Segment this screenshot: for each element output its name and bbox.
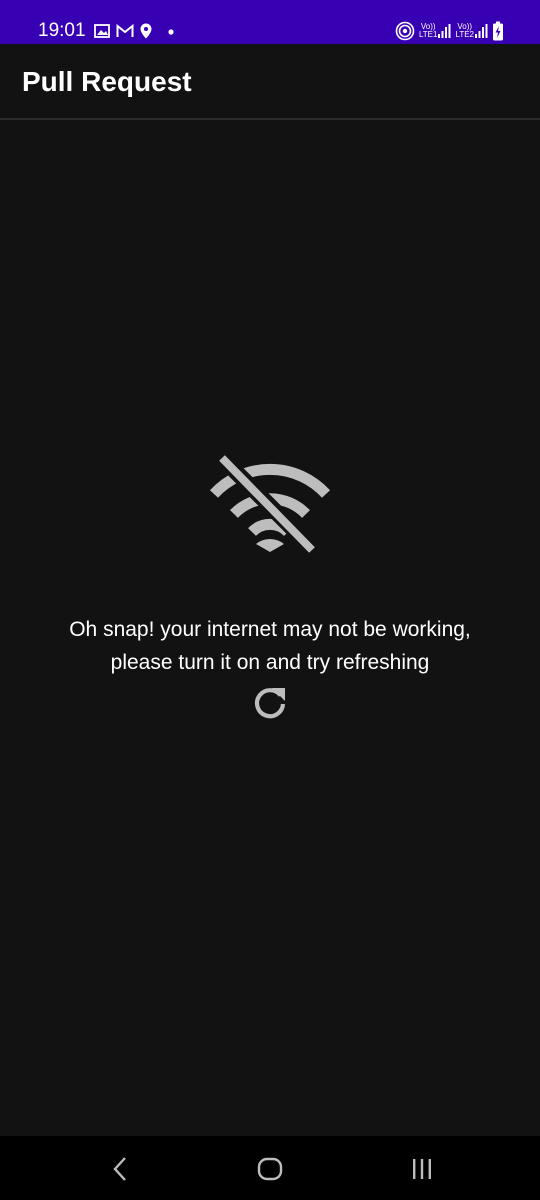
sim1-lte-label: LTE1 [418, 30, 438, 39]
signal-bars-icon [475, 24, 488, 38]
battery-charging-icon [493, 21, 503, 41]
home-icon [257, 1157, 283, 1181]
navigation-bar [0, 1136, 540, 1200]
hotspot-icon [395, 21, 415, 41]
location-icon [140, 23, 152, 39]
volte-lte2-signal-icon: Vo)) LTE2 [455, 23, 488, 39]
app-bar: Pull Request [0, 44, 540, 120]
back-button[interactable] [102, 1154, 138, 1184]
recents-button[interactable] [404, 1154, 440, 1184]
status-left-icons [94, 20, 184, 42]
page-title: Pull Request [22, 66, 192, 97]
signal-bars-icon [438, 24, 451, 38]
main-content: Oh snap! your internet may not be workin… [0, 120, 540, 1136]
gallery-icon [94, 24, 110, 38]
volte-lte1-signal-icon: Vo)) LTE1 [419, 23, 452, 39]
back-icon [113, 1157, 126, 1181]
no-internet-message: Oh snap! your internet may not be workin… [20, 613, 520, 679]
home-button[interactable] [252, 1154, 288, 1184]
status-bar: 19:01 Vo)) LTE1 Vo)) LTE2 [0, 0, 540, 44]
message-line-2: please turn it on and try refreshing [110, 651, 430, 674]
gmail-icon [116, 24, 134, 37]
refresh-button[interactable] [250, 683, 290, 723]
refresh-icon [254, 688, 286, 719]
status-right-icons: Vo)) LTE1 Vo)) LTE2 [391, 20, 504, 42]
dot-icon [168, 29, 174, 35]
status-time: 19:01 [38, 20, 86, 41]
recents-icon [413, 1159, 431, 1179]
sim2-lte-label: LTE2 [455, 30, 474, 39]
message-line-1: Oh snap! your internet may not be workin… [69, 618, 471, 641]
wifi-off-icon [209, 455, 331, 553]
